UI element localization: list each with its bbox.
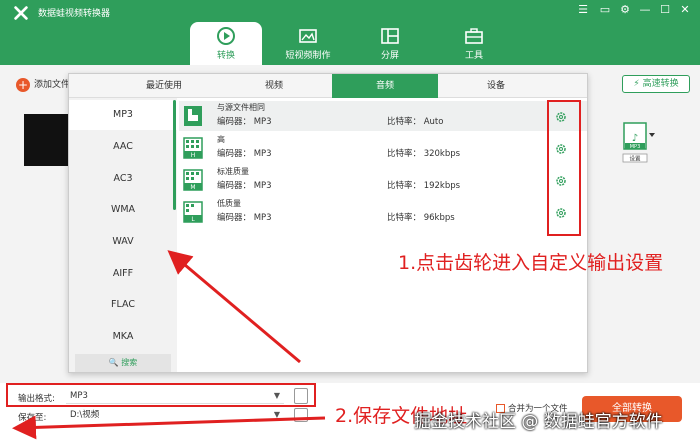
format-item-flac[interactable]: FLAC — [69, 290, 177, 320]
video-thumbnail — [24, 114, 74, 166]
save-to-value: D:\视频 — [70, 410, 100, 420]
preset-row-standard[interactable]: M 标准质量 编码器： MP3 比特率： 192kbps — [179, 165, 587, 195]
save-to-label: 保存至: — [18, 413, 47, 423]
convert-icon — [217, 27, 235, 45]
format-settings-label: 设置 — [629, 155, 641, 163]
high-quality-icon: H — [183, 137, 203, 159]
format-badge-text: MP3 — [630, 144, 641, 150]
tab-tools-label: 工具 — [464, 51, 483, 61]
format-item-aac[interactable]: AAC — [69, 132, 177, 162]
medium-quality-icon: M — [183, 169, 203, 191]
svg-text:♪: ♪ — [632, 133, 638, 144]
search-label: 搜索 — [121, 358, 138, 367]
tab-short-video[interactable]: 短视频制作 — [272, 22, 344, 65]
preset-name: 低质量 — [217, 199, 241, 208]
feedback-icon[interactable]: ▭ — [596, 3, 614, 16]
preset-name: 高 — [217, 135, 225, 144]
tab-tools[interactable]: 工具 — [438, 22, 510, 65]
plus-icon: + — [16, 77, 30, 92]
preset-codec: 编码器： MP3 — [217, 213, 272, 223]
menu-icon[interactable]: ☰ — [574, 3, 592, 16]
tab-video[interactable]: 视频 — [219, 74, 329, 98]
preset-name: 标准质量 — [217, 167, 249, 176]
format-item-wav[interactable]: WAV — [69, 227, 177, 257]
folder-icon[interactable] — [294, 408, 308, 422]
tab-convert-label: 转换 — [216, 51, 235, 61]
format-item-mka[interactable]: MKA — [69, 322, 177, 352]
format-item-wma[interactable]: WMA — [69, 195, 177, 225]
format-category-tabs: 最近使用 视频 音频 设备 — [69, 74, 587, 98]
split-screen-icon — [381, 28, 399, 44]
low-quality-icon: L — [183, 201, 203, 223]
tab-convert[interactable]: 转换 — [190, 22, 262, 65]
add-file-label: 添加文件 — [34, 80, 71, 90]
preset-row-low[interactable]: L 低质量 编码器： MP3 比特率： 96kbps — [179, 197, 587, 227]
preset-codec: 编码器： MP3 — [217, 181, 272, 191]
preset-row-same-as-source[interactable]: 与源文件相同 编码器： MP3 比特率： Auto — [179, 101, 587, 131]
preset-bitrate: 比特率： 96kbps — [387, 213, 455, 223]
preset-codec: 编码器： MP3 — [217, 117, 272, 127]
settings-icon[interactable]: ⚙ — [616, 3, 634, 16]
tab-short-video-label: 短视频制作 — [285, 51, 331, 61]
tab-recent[interactable]: 最近使用 — [109, 74, 219, 98]
preset-row-high[interactable]: H 高 编码器： MP3 比特率： 320kbps — [179, 133, 587, 163]
chevron-down-icon: ▼ — [273, 410, 280, 419]
format-item-aiff[interactable]: AIFF — [69, 259, 177, 289]
add-file-button[interactable]: + 添加文件 — [16, 77, 70, 92]
fast-convert-button[interactable]: ⚡ 高速转换 — [622, 75, 690, 93]
tab-device[interactable]: 设备 — [441, 74, 551, 98]
watermark: 掘金技术社区 @ 数据蛙官方软件 — [414, 412, 663, 432]
preset-badge-medium: M — [190, 184, 195, 191]
gear-highlight-box — [547, 100, 581, 236]
preset-bitrate: 比特率： 192kbps — [387, 181, 461, 191]
short-video-icon — [299, 29, 317, 43]
maximize-button[interactable]: ☐ — [656, 3, 674, 16]
app-title: 数据蛙视频转换器 — [38, 9, 111, 19]
annotation-step1: 1.点击齿轮进入自定义输出设置 — [398, 252, 664, 274]
minimize-button[interactable]: — — [636, 3, 654, 16]
format-item-mp3[interactable]: MP3 — [69, 100, 177, 130]
close-button[interactable]: ✕ — [676, 3, 694, 16]
format-search-button[interactable]: 🔍 搜索 — [75, 354, 171, 372]
same-as-source-icon — [184, 106, 202, 126]
preset-bitrate: 比特率： 320kbps — [387, 149, 461, 159]
preset-codec: 编码器： MP3 — [217, 149, 272, 159]
preset-badge-high: H — [191, 152, 196, 159]
format-list: MP3 AAC AC3 WMA WAV AIFF FLAC MKA — [69, 98, 177, 372]
format-item-ac3[interactable]: AC3 — [69, 164, 177, 194]
output-format-highlight-box — [6, 383, 316, 407]
preset-bitrate: 比特率： Auto — [387, 117, 444, 127]
fast-convert-label: 高速转换 — [642, 79, 679, 89]
toolbox-icon — [465, 28, 483, 44]
tab-audio[interactable]: 音频 — [332, 74, 438, 98]
tab-split-screen[interactable]: 分屏 — [354, 22, 426, 65]
output-format-mp3-icon[interactable]: ♪ MP3 设置 — [619, 121, 657, 163]
tab-split-screen-label: 分屏 — [380, 51, 399, 61]
format-list-scrollbar[interactable] — [173, 100, 176, 210]
save-to-select[interactable]: D:\视频 ▼ — [66, 407, 284, 423]
format-popup: 最近使用 视频 音频 设备 MP3 AAC AC3 WMA WAV AIFF F… — [68, 73, 588, 373]
preset-name: 与源文件相同 — [217, 103, 265, 112]
app-logo-icon — [14, 6, 28, 20]
